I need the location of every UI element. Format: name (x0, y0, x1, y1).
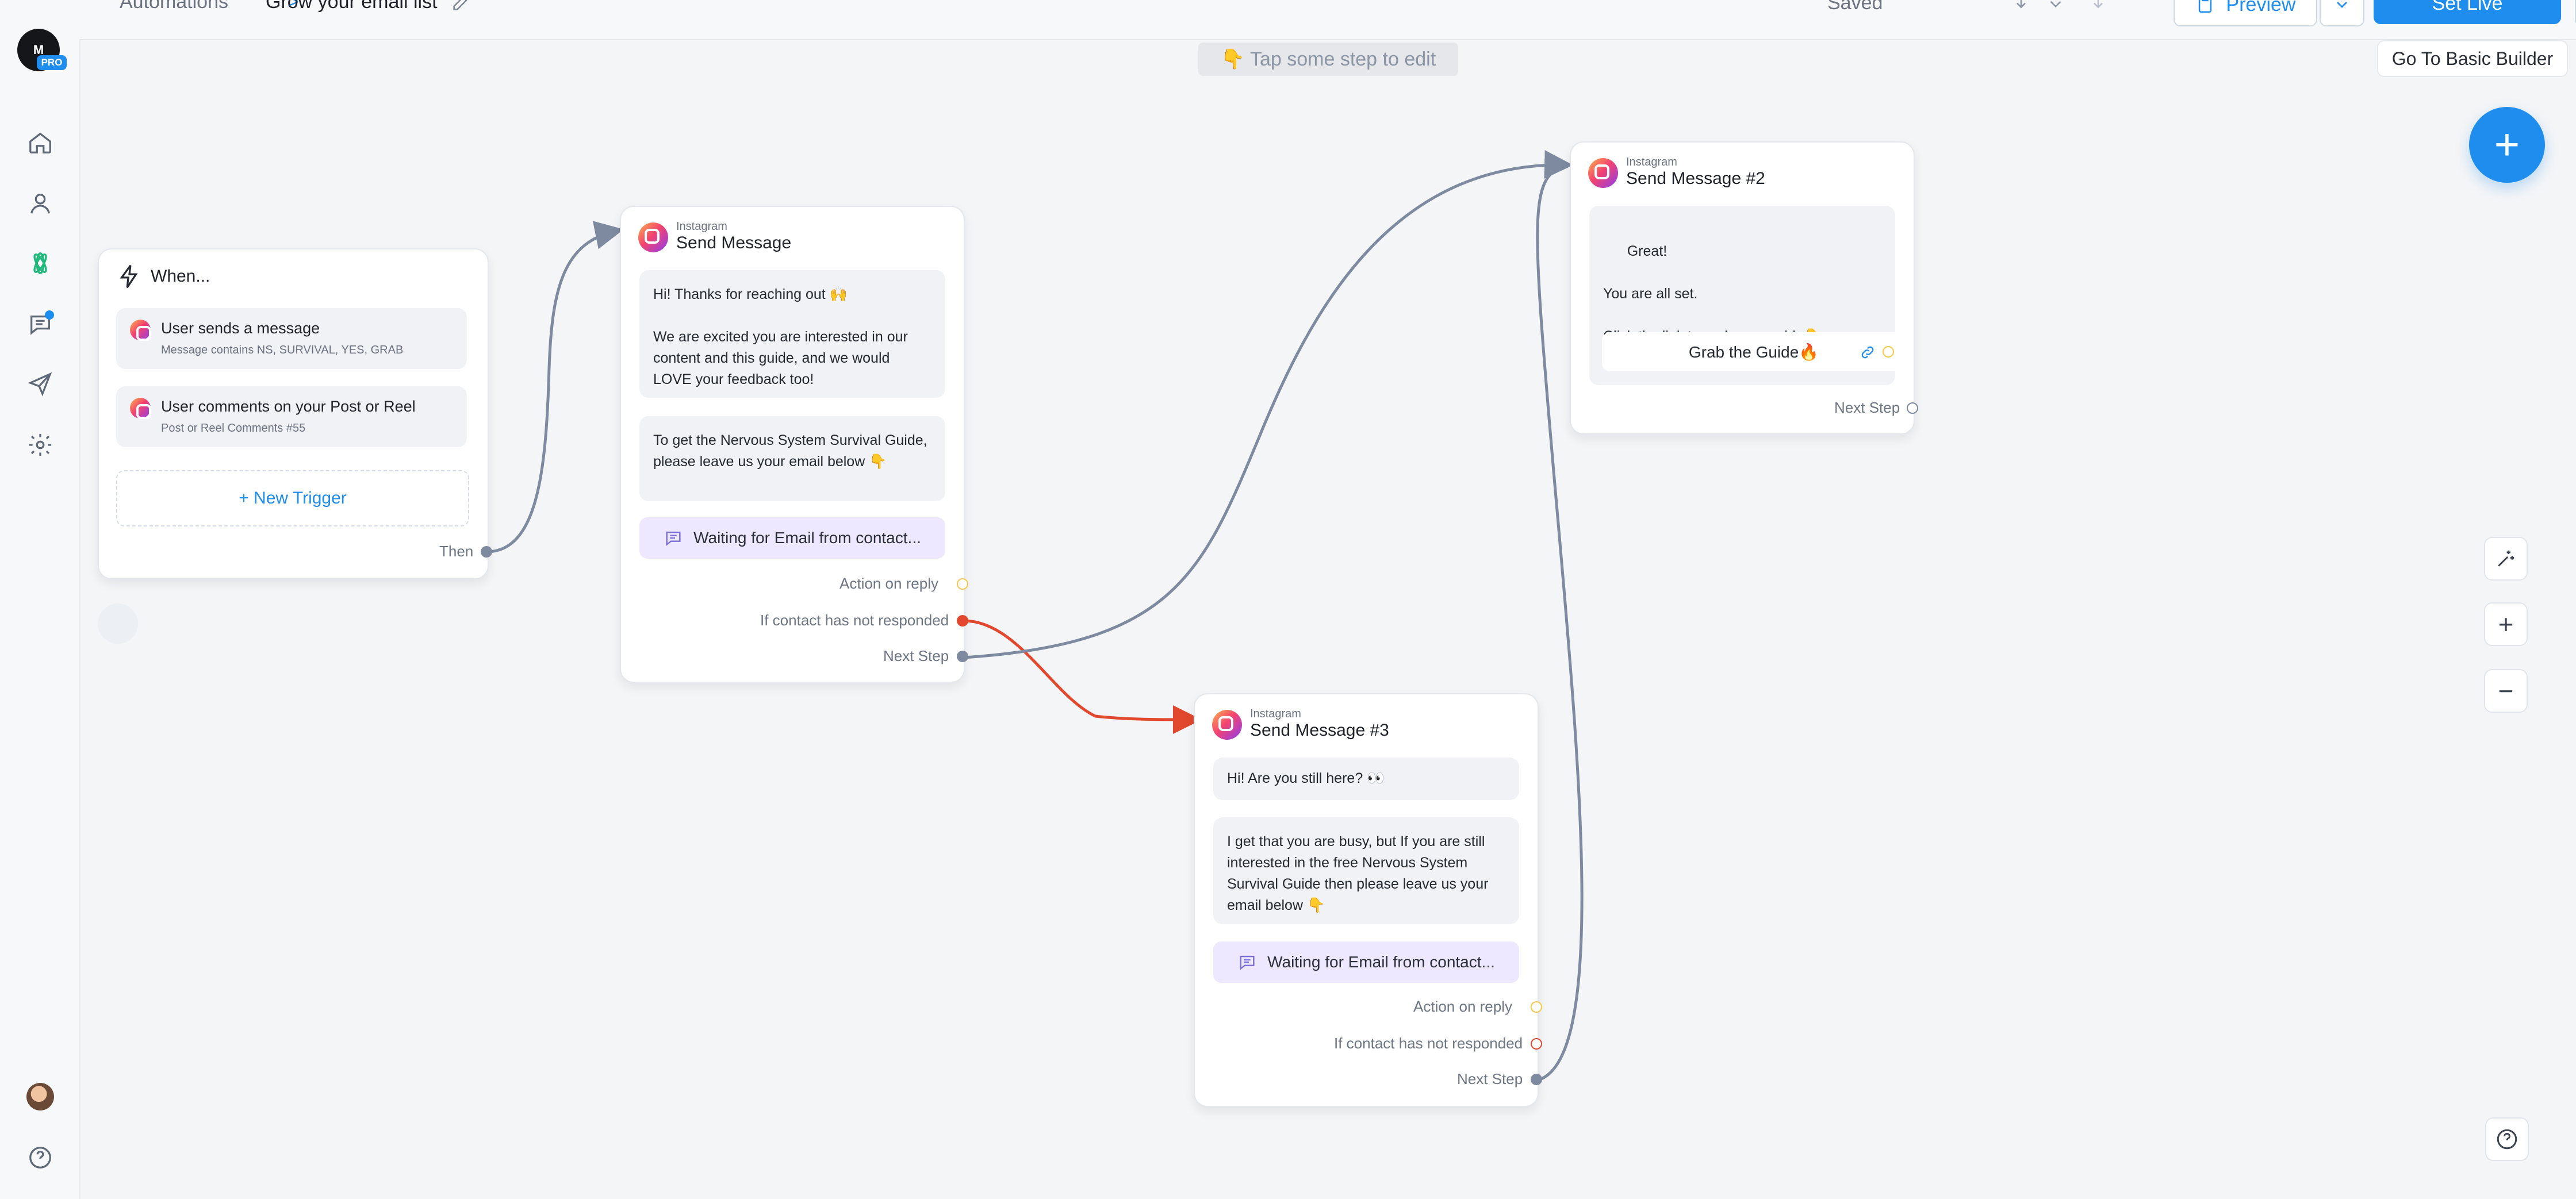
trigger-title: User comments on your Post or Reel (161, 398, 416, 415)
auto-layout-button[interactable] (2484, 537, 2528, 581)
trigger-card[interactable]: When... User sends a message Message con… (98, 248, 492, 579)
card-title: Send Message (676, 233, 792, 252)
trigger-item[interactable]: User comments on your Post or Reel Post … (116, 386, 467, 447)
collapse-chevron-icon[interactable] (98, 604, 138, 644)
user-avatar[interactable] (26, 1083, 54, 1110)
add-step-button[interactable]: + (2469, 107, 2545, 183)
contacts-icon[interactable] (25, 189, 55, 218)
action-on-reply-port[interactable] (957, 578, 968, 590)
not-responded-port[interactable] (957, 615, 968, 627)
set-live-button[interactable]: Set Live (2374, 0, 2561, 24)
settings-icon[interactable] (25, 430, 55, 460)
waiting-email-block[interactable]: Waiting for Email from contact... (1213, 941, 1519, 983)
next-step-port[interactable] (957, 651, 968, 662)
instagram-icon (1212, 709, 1242, 740)
send-message-3-header: Instagram Send Message #3 (1212, 708, 1389, 741)
connector-not-responded-to-message-3 (963, 619, 1202, 734)
next-step-label: Next Step (1834, 399, 1900, 416)
instagram-icon (638, 222, 668, 252)
chat-icon[interactable] (25, 309, 55, 339)
then-label: Then (439, 543, 474, 560)
new-trigger-button[interactable]: + New Trigger (116, 470, 469, 527)
send-icon[interactable] (25, 369, 55, 399)
trigger-subtitle: Post or Reel Comments #55 (161, 422, 306, 435)
preview-label: Preview (2226, 0, 2296, 16)
connector-trigger-to-message (486, 221, 624, 554)
edit-pencil-icon[interactable] (451, 0, 470, 13)
action-on-reply-label: Action on reply (839, 575, 938, 592)
zoom-out-button[interactable]: − (2484, 669, 2528, 713)
chat-bubble-icon (1240, 955, 1255, 970)
automation-builder: M PRO Automations > Grow your email list… (0, 0, 2576, 1199)
zoom-in-button[interactable]: + (2484, 602, 2528, 646)
next-step-port[interactable] (1531, 1074, 1542, 1085)
not-responded-label: If contact has not responded (1334, 1035, 1523, 1052)
waiting-label: Waiting for Email from contact... (1267, 953, 1495, 971)
download-icon[interactable] (2011, 0, 2031, 14)
send-message-header: Instagram Send Message (638, 221, 791, 254)
card-title: Send Message #2 (1626, 169, 1765, 188)
message-bubble[interactable]: I get that you are busy, but If you are … (1213, 817, 1519, 924)
next-step-label: Next Step (1457, 1070, 1523, 1087)
message-bubble[interactable]: Great! You are all set. Click the link t… (1589, 206, 1906, 385)
basic-builder-button[interactable]: Go To Basic Builder (2377, 40, 2568, 77)
next-step-label: Next Step (883, 647, 949, 664)
link-icon (1861, 346, 1874, 359)
instagram-icon (1588, 157, 1618, 188)
unread-badge (45, 310, 54, 320)
platform-label: Instagram (1626, 156, 1677, 168)
next-step-port[interactable] (1907, 402, 1918, 414)
chevron-down-icon[interactable] (2046, 0, 2065, 14)
trigger-card-header: When... (116, 263, 210, 290)
then-port[interactable] (481, 546, 492, 558)
edit-hint: 👇 Tap some step to edit (1198, 43, 1458, 76)
connector-next-step-to-message-2 (963, 150, 1573, 659)
saved-status: Saved (1827, 0, 1883, 14)
button-reply-port[interactable] (1883, 346, 1894, 358)
send-message-2-header: Instagram Send Message #2 (1588, 156, 1765, 190)
message-bubble[interactable]: Hi! Thanks for reaching out 🙌 We are exc… (639, 270, 945, 398)
sidebar: M PRO (0, 0, 80, 1199)
trigger-item[interactable]: User sends a message Message contains NS… (116, 308, 467, 369)
automation-title[interactable]: Grow your email list (266, 0, 438, 13)
platform-label: Instagram (1250, 708, 1301, 720)
send-message-3-card[interactable]: Instagram Send Message #3 Hi! Are you sti… (1194, 693, 1542, 1107)
redo-icon[interactable] (2088, 0, 2108, 14)
automation-icon[interactable] (25, 248, 55, 278)
waiting-email-block[interactable]: Waiting for Email from contact... (639, 517, 945, 559)
trigger-title: User sends a message (161, 320, 320, 337)
send-message-2-card[interactable]: Instagram Send Message #2 Great! You are … (1570, 141, 1918, 435)
instagram-icon (130, 398, 151, 419)
help-button[interactable] (2485, 1117, 2529, 1161)
instagram-icon (130, 320, 151, 341)
send-message-card[interactable]: Instagram Send Message Hi! Thanks for rea… (620, 206, 968, 683)
trigger-card-title: When... (151, 267, 210, 286)
trigger-subtitle: Message contains NS, SURVIVAL, YES, GRAB (161, 344, 404, 356)
action-on-reply-port[interactable] (1531, 1001, 1542, 1013)
topbar: Automations > Grow your email list Saved… (79, 0, 2576, 40)
not-responded-label: If contact has not responded (760, 612, 949, 629)
preview-dropdown-button[interactable] (2320, 0, 2364, 26)
chat-bubble-icon (666, 531, 681, 546)
not-responded-port[interactable] (1531, 1038, 1542, 1050)
card-title: Send Message #3 (1250, 721, 1389, 740)
message-text: Great! You are all set. Click the link t… (1603, 243, 1822, 344)
grab-guide-label: Grab the Guide🔥 (1688, 343, 1819, 361)
breadcrumb-root[interactable]: Automations (120, 0, 228, 13)
message-bubble[interactable]: Hi! Are you still here? 👀 (1213, 758, 1519, 800)
platform-label: Instagram (676, 220, 727, 233)
lightning-icon (120, 264, 138, 289)
preview-button[interactable]: Preview (2174, 0, 2317, 26)
grab-guide-button[interactable]: Grab the Guide🔥 (1602, 332, 1906, 371)
message-bubble[interactable]: To get the Nervous System Survival Guide… (639, 416, 945, 501)
waiting-label: Waiting for Email from contact... (693, 529, 921, 547)
action-on-reply-label: Action on reply (1413, 998, 1512, 1015)
home-icon[interactable] (25, 128, 55, 157)
pro-badge: PRO (37, 55, 67, 70)
help-circle-icon[interactable] (25, 1143, 55, 1173)
